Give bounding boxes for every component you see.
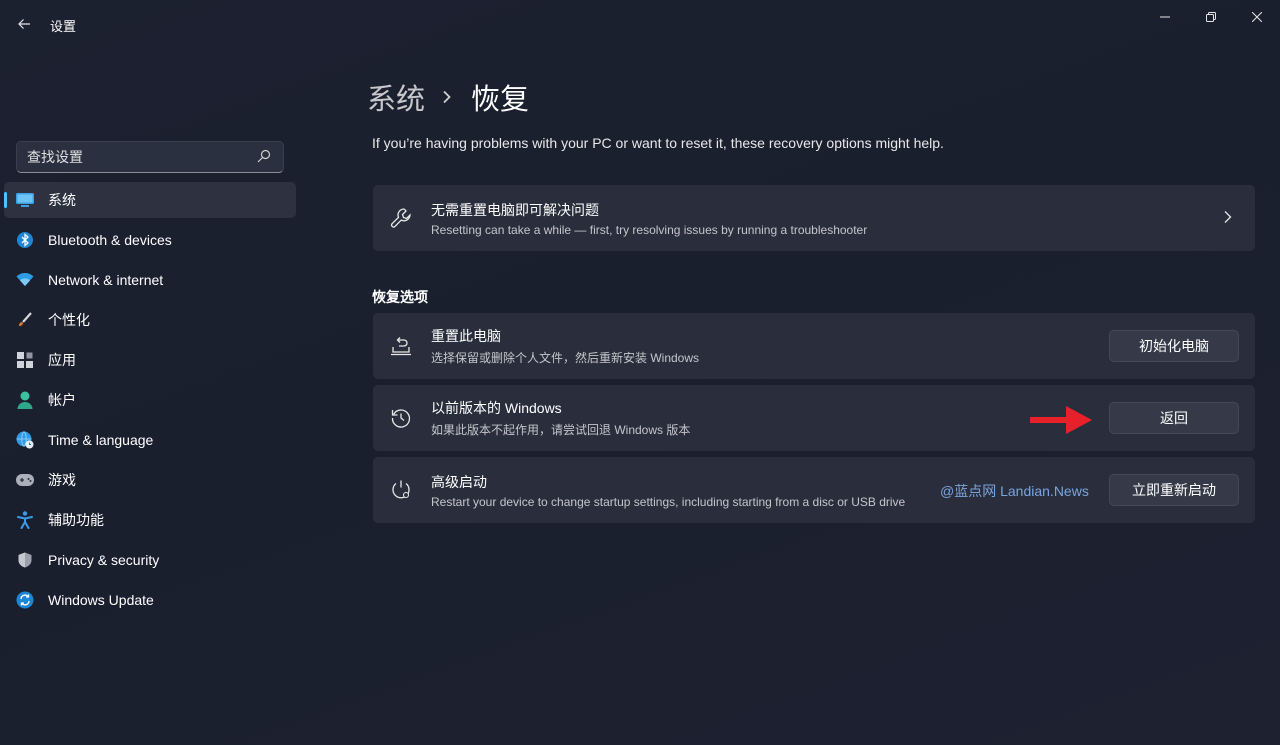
sidebar-item-label: 帐户: [48, 392, 76, 408]
maximize-button[interactable]: [1188, 4, 1234, 30]
sidebar-item-gaming[interactable]: 游戏: [4, 462, 296, 498]
sidebar-item-network[interactable]: Network & internet: [4, 262, 296, 298]
restart-now-button[interactable]: 立即重新启动: [1109, 474, 1239, 506]
sidebar-item-label: Windows Update: [48, 592, 154, 608]
sidebar-item-label: 游戏: [48, 472, 76, 488]
troubleshoot-title: 无需重置电脑即可解决问题: [431, 201, 599, 218]
sidebar-item-privacy[interactable]: Privacy & security: [4, 542, 296, 578]
breadcrumb: 系统 恢复: [367, 76, 529, 118]
chevron-right-icon: [1223, 210, 1239, 226]
red-arrow-annotation: [1030, 406, 1092, 434]
title-bar: 设置: [0, 0, 1280, 48]
paintbrush-icon: [16, 311, 34, 329]
section-heading: 恢复选项: [372, 289, 428, 305]
sidebar-item-label: 辅助功能: [48, 512, 104, 528]
minimize-icon: [1160, 16, 1170, 18]
watermark: @蓝点网 Landian.News: [940, 483, 1089, 499]
close-button[interactable]: [1234, 4, 1280, 30]
sidebar-nav: 系统 Bluetooth & devices Network & interne…: [4, 182, 296, 622]
restore-icon: [1206, 12, 1216, 22]
shield-icon: [16, 551, 34, 569]
breadcrumb-parent[interactable]: 系统: [367, 76, 425, 118]
person-icon: [16, 391, 34, 409]
bluetooth-icon: [16, 231, 34, 249]
back-arrow-icon: [18, 19, 30, 29]
sidebar-item-system[interactable]: 系统: [4, 182, 296, 218]
chevron-right-icon: [441, 90, 455, 104]
reset-pc-icon: [389, 334, 413, 358]
page-title: 恢复: [471, 84, 530, 116]
sidebar-item-time-language[interactable]: Time & language: [4, 422, 296, 458]
apps-icon: [16, 351, 34, 369]
wifi-icon: [16, 271, 34, 289]
update-icon: [16, 591, 34, 609]
previous-windows-card: 以前版本的 Windows 如果此版本不起作用，请尝试回退 Windows 版本…: [373, 385, 1255, 451]
monitor-icon: [16, 191, 34, 209]
sidebar-item-label: Privacy & security: [48, 552, 160, 568]
globe-clock-icon: [16, 431, 34, 449]
sidebar-item-label: 应用: [48, 352, 76, 368]
sidebar-item-accessibility[interactable]: 辅助功能: [4, 502, 296, 538]
reset-pc-card: 重置此电脑 选择保留或删除个人文件，然后重新安装 Windows 初始化电脑: [373, 313, 1255, 379]
sidebar-item-label: 个性化: [48, 312, 90, 328]
go-back-button[interactable]: 返回: [1109, 402, 1239, 434]
troubleshoot-desc: Resetting can take a while — first, try …: [431, 222, 868, 237]
advanced-startup-icon: [389, 478, 413, 502]
sidebar-item-label: 系统: [48, 192, 76, 208]
sidebar-item-bluetooth[interactable]: Bluetooth & devices: [4, 222, 296, 258]
page-description: If you’re having problems with your PC o…: [372, 135, 944, 151]
back-button[interactable]: [10, 10, 38, 38]
app-title: 设置: [50, 19, 77, 34]
sidebar-item-accounts[interactable]: 帐户: [4, 382, 296, 418]
reset-pc-button[interactable]: 初始化电脑: [1109, 330, 1239, 362]
sidebar-item-apps[interactable]: 应用: [4, 342, 296, 378]
wrench-icon: [389, 206, 413, 230]
troubleshoot-card[interactable]: 无需重置电脑即可解决问题 Resetting can take a while …: [373, 185, 1255, 251]
advanced-startup-card: 高级启动 Restart your device to change start…: [373, 457, 1255, 523]
search-input[interactable]: [27, 149, 257, 165]
sidebar-item-label: Network & internet: [48, 272, 164, 288]
accessibility-icon: [16, 511, 34, 529]
close-icon: [1252, 12, 1262, 22]
history-icon: [389, 406, 413, 430]
sidebar-item-windows-update[interactable]: Windows Update: [4, 582, 296, 618]
sidebar-item-label: Bluetooth & devices: [48, 232, 172, 248]
gamepad-icon: [16, 471, 34, 489]
sidebar-item-label: Time & language: [48, 432, 154, 448]
sidebar-item-personalization[interactable]: 个性化: [4, 302, 296, 338]
search-icon[interactable]: [257, 149, 273, 165]
minimize-button[interactable]: [1142, 4, 1188, 30]
search-box[interactable]: [16, 141, 284, 173]
